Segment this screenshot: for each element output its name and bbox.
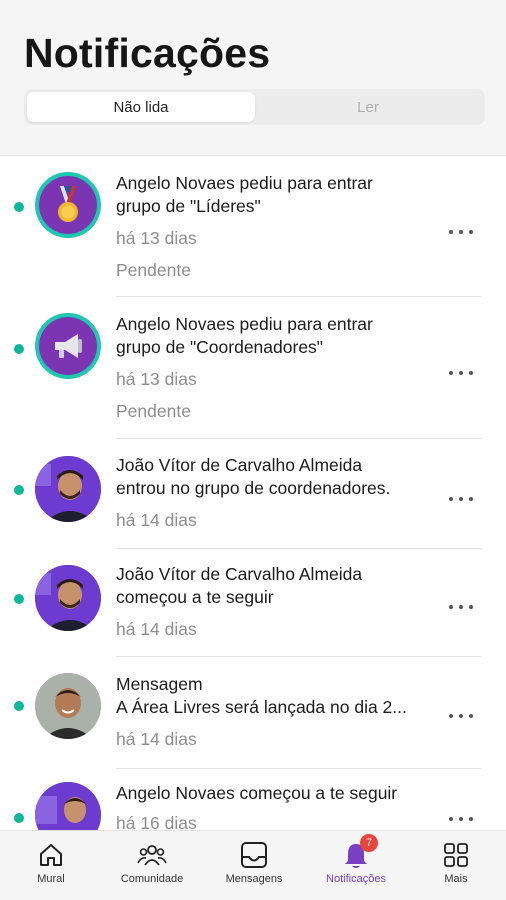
inbox-icon xyxy=(239,840,269,870)
tab-label: Mural xyxy=(37,873,65,885)
notification-item[interactable]: João Vítor de Carvalho Almeida entrou no… xyxy=(0,439,506,549)
notification-item[interactable]: Angelo Novaes começou a te seguir há 16 … xyxy=(0,769,506,830)
read-filter-segmented-control: Não lida Ler xyxy=(24,89,485,125)
notification-title-line2: entrou no grupo de coordenadores. xyxy=(116,478,391,498)
user-photo-avatar xyxy=(35,456,101,522)
more-options-icon[interactable] xyxy=(449,711,473,721)
unread-dot xyxy=(14,485,24,495)
tab-mais[interactable]: Mais xyxy=(420,831,492,900)
notification-title-line1: Mensagem xyxy=(116,674,203,694)
unread-dot xyxy=(14,701,24,711)
tab-mural[interactable]: Mural xyxy=(12,831,90,900)
more-options-icon[interactable] xyxy=(449,814,473,824)
more-options-icon[interactable] xyxy=(449,368,473,378)
notification-title-line1: Angelo Novaes pediu para entrar xyxy=(116,173,373,193)
notification-time: há 14 dias xyxy=(116,510,197,530)
page-title: Notificações xyxy=(24,30,271,76)
tab-label: Notificações xyxy=(326,873,386,885)
bottom-tab-bar: Mural Comunidade Mensagens 7 Notificaçõe… xyxy=(0,830,506,900)
unread-dot xyxy=(14,344,24,354)
tab-label: Comunidade xyxy=(120,873,184,885)
megaphone-icon xyxy=(35,313,101,379)
community-icon xyxy=(137,840,167,870)
notification-text: Angelo Novaes começou a te seguir há 16 … xyxy=(116,782,436,830)
unread-dot xyxy=(14,594,24,604)
notification-badge: 7 xyxy=(360,834,378,852)
user-photo-avatar xyxy=(35,565,101,631)
notification-title-line2: grupo de "Coordenadores" xyxy=(116,337,324,357)
notification-text: Mensagem A Área Livres será lançada no d… xyxy=(116,673,436,751)
notification-text: João Vítor de Carvalho Almeida começou a… xyxy=(116,563,436,641)
notification-title-line1: Angelo Novaes começou a te seguir xyxy=(116,783,398,803)
tab-mensagens[interactable]: Mensagens xyxy=(214,831,294,900)
notification-text: Angelo Novaes pediu para entrar grupo de… xyxy=(116,313,436,423)
notification-status: Pendente xyxy=(116,260,191,280)
unread-dot xyxy=(14,813,24,823)
more-options-icon[interactable] xyxy=(449,494,473,504)
bell-icon: 7 xyxy=(342,834,378,870)
tab-label: Mensagens xyxy=(225,873,283,885)
notification-title-line2: começou a te seguir xyxy=(116,587,274,607)
notification-text: João Vítor de Carvalho Almeida entrou no… xyxy=(116,454,436,532)
unread-dot xyxy=(14,202,24,212)
notification-time: há 14 dias xyxy=(116,619,197,639)
header: Notificações Não lida Ler xyxy=(0,0,506,156)
notification-text: Angelo Novaes pediu para entrar grupo de… xyxy=(116,172,436,282)
notification-title-line1: João Vítor de Carvalho Almeida xyxy=(116,455,363,475)
notification-time: há 13 dias xyxy=(116,369,197,389)
notification-status: Pendente xyxy=(116,401,191,421)
medal-icon xyxy=(35,172,101,238)
notification-title-line1: Angelo Novaes pediu para entrar xyxy=(116,314,373,334)
notification-time: há 13 dias xyxy=(116,228,197,248)
grid-icon xyxy=(442,840,470,870)
notification-time: há 16 dias xyxy=(116,813,197,830)
notification-title-line2: grupo de "Líderes" xyxy=(116,196,261,216)
notification-list: Angelo Novaes pediu para entrar grupo de… xyxy=(0,157,506,830)
notification-title-line1: João Vítor de Carvalho Almeida xyxy=(116,564,363,584)
tab-comunidade[interactable]: Comunidade xyxy=(110,831,194,900)
tab-unread[interactable]: Não lida xyxy=(27,92,255,122)
notification-item[interactable]: Mensagem A Área Livres será lançada no d… xyxy=(0,657,506,769)
notification-item[interactable]: Angelo Novaes pediu para entrar grupo de… xyxy=(0,297,506,439)
notification-title-line2: A Área Livres será lançada no dia 2... xyxy=(116,697,407,717)
more-options-icon[interactable] xyxy=(449,227,473,237)
notification-item[interactable]: João Vítor de Carvalho Almeida começou a… xyxy=(0,549,506,657)
tab-notificacoes[interactable]: 7 Notificações xyxy=(316,831,396,900)
more-options-icon[interactable] xyxy=(449,602,473,612)
user-photo-avatar xyxy=(35,673,101,739)
notification-time: há 14 dias xyxy=(116,729,197,749)
tab-label: Mais xyxy=(444,873,468,885)
tab-read[interactable]: Ler xyxy=(254,92,482,122)
home-icon xyxy=(37,840,65,870)
notification-item[interactable]: Angelo Novaes pediu para entrar grupo de… xyxy=(0,157,506,297)
user-photo-avatar xyxy=(35,782,101,830)
